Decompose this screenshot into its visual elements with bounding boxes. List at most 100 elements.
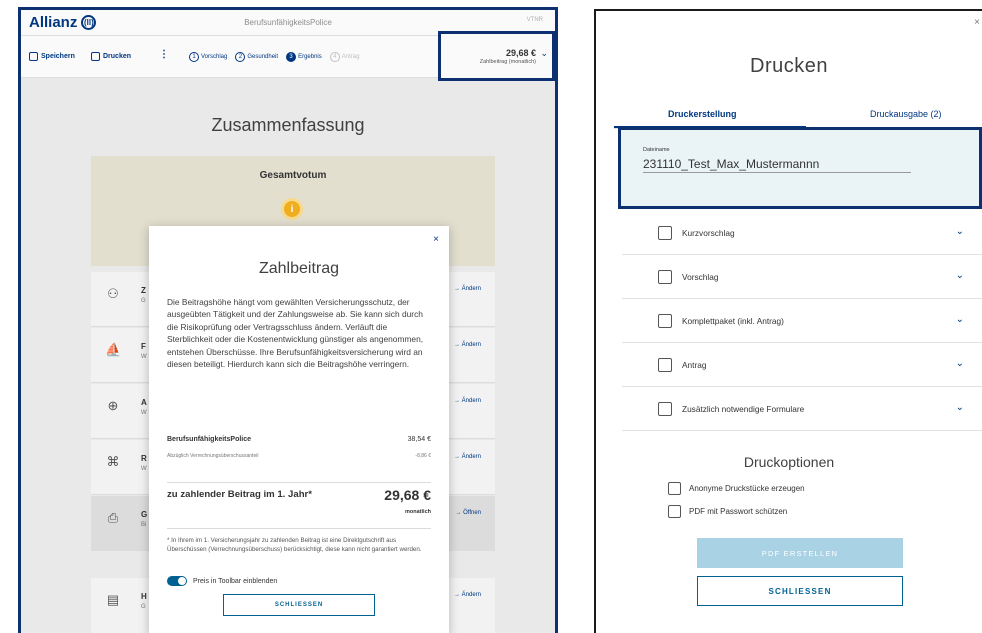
print-item-kurzvorschlag[interactable]: Kurzvorschlag ⌄ bbox=[622, 211, 982, 255]
checkbox[interactable] bbox=[668, 505, 681, 518]
zahlbeitrag-modal: × Zahlbeitrag Die Beitragshöhe hängt vom… bbox=[149, 226, 449, 633]
info-icon: i bbox=[281, 198, 303, 220]
tab-druckerstellung[interactable]: Druckerstellung bbox=[668, 109, 737, 119]
line-item-label: BerufsunfähigkeitsPolice bbox=[167, 436, 252, 443]
step-number: 3 bbox=[286, 52, 297, 62]
step-gesundheit[interactable]: 2 Gesundheit bbox=[235, 52, 278, 62]
change-link[interactable]: → Ändern bbox=[454, 454, 481, 460]
step-ergebnis[interactable]: 3 Ergebnis bbox=[286, 52, 322, 62]
chevron-down-icon[interactable]: ⌄ bbox=[956, 314, 964, 325]
globe-icon: ⊕ bbox=[107, 398, 119, 413]
chevron-down-icon[interactable]: ⌄ bbox=[956, 270, 964, 281]
option-anonymous[interactable]: Anonyme Druckstücke erzeugen bbox=[668, 482, 805, 495]
sailboat-icon: ⛵ bbox=[105, 342, 122, 357]
option-label: Anonyme Druckstücke erzeugen bbox=[689, 484, 805, 493]
row-subtitle: W bbox=[141, 354, 147, 360]
print-item-formulare[interactable]: Zusätzlich notwendige Formulare ⌄ bbox=[622, 387, 982, 431]
document-icon: ▤ bbox=[106, 592, 120, 607]
footnote: * In Ihrem im 1. Versicherungsjahr zu za… bbox=[167, 528, 431, 555]
close-icon[interactable]: × bbox=[433, 234, 439, 245]
open-link[interactable]: → Öffnen bbox=[455, 510, 481, 516]
step-number: 1 bbox=[189, 52, 199, 62]
row-subtitle: Bi bbox=[141, 522, 147, 528]
row-subtitle: W bbox=[141, 410, 147, 416]
chevron-down-icon[interactable]: ⌄ bbox=[956, 402, 964, 413]
toggle-switch[interactable] bbox=[167, 576, 187, 586]
save-button[interactable]: Speichern bbox=[29, 52, 75, 61]
tab-bar: Druckerstellung Druckausgabe (2) bbox=[614, 109, 982, 129]
line-item-label: Abzüglich Verrechnungsüberschussanteil bbox=[167, 453, 259, 459]
close-button[interactable]: SCHLIESSEN bbox=[697, 576, 903, 606]
change-link[interactable]: → Ändern bbox=[454, 342, 481, 348]
modal-title: Zahlbeitrag bbox=[258, 260, 340, 277]
step-vorschlag[interactable]: 1 Vorschlag bbox=[189, 52, 227, 62]
total-value: 29,68 € bbox=[384, 487, 431, 503]
tab-druckausgabe[interactable]: Druckausgabe (2) bbox=[870, 109, 942, 119]
step-label: Antrag bbox=[341, 54, 360, 60]
create-pdf-button[interactable]: PDF ERSTELLEN bbox=[697, 538, 903, 568]
chevron-down-icon[interactable]: ⌄ bbox=[956, 226, 964, 237]
row-subtitle: W bbox=[141, 466, 147, 472]
line-item-value: -8,86 € bbox=[415, 453, 431, 459]
print-label: Drucken bbox=[103, 53, 132, 60]
chevron-down-icon[interactable]: ⌄ bbox=[956, 358, 964, 369]
print-item-vorschlag[interactable]: Vorschlag ⌄ bbox=[622, 255, 982, 299]
bu-police-window: Allianz (ll) BerufsunfähigkeitsPolice VT… bbox=[18, 7, 558, 633]
change-link[interactable]: → Ändern bbox=[454, 286, 481, 292]
puzzle-icon: ⌘ bbox=[106, 454, 120, 469]
step-number: 2 bbox=[235, 52, 246, 62]
step-label: Gesundheit bbox=[247, 54, 279, 60]
votum-title: Gesamtvotum bbox=[259, 170, 327, 181]
toolbar-price-toggle-row: Preis in Toolbar einblenden bbox=[167, 576, 277, 586]
vtnr-label: VTNR bbox=[526, 17, 543, 23]
step-label: Vorschlag bbox=[201, 54, 228, 60]
modal-description: Die Beitragshöhe hängt vom gewählten Ver… bbox=[167, 297, 424, 370]
more-menu-icon[interactable]: ⋮ bbox=[159, 49, 169, 60]
total-row: zu zahlender Beitrag im 1. Jahr* 29,68 €… bbox=[167, 482, 431, 515]
step-label: Ergebnis bbox=[298, 54, 322, 60]
checkbox[interactable] bbox=[658, 270, 672, 284]
row-title: A bbox=[141, 398, 147, 407]
row-title: R bbox=[141, 454, 147, 463]
print-dialog: × Drucken Druckerstellung Druckausgabe (… bbox=[594, 9, 982, 633]
person-icon: ⚇ bbox=[107, 286, 119, 301]
row-title: F bbox=[141, 342, 146, 351]
row-title: G bbox=[141, 510, 148, 519]
print-options-title: Druckoptionen bbox=[743, 454, 835, 470]
print-item-antrag[interactable]: Antrag ⌄ bbox=[622, 343, 982, 387]
checkbox[interactable] bbox=[668, 482, 681, 495]
checkbox[interactable] bbox=[658, 226, 672, 240]
screen: Allianz (ll) BerufsunfähigkeitsPolice VT… bbox=[0, 0, 982, 633]
checkbox[interactable] bbox=[658, 402, 672, 416]
price-summary-dropdown[interactable]: 29,68 € Zahlbeitrag (monatlich) ⌄ bbox=[438, 31, 555, 81]
print-item-label: Antrag bbox=[682, 360, 707, 370]
print-item-label: Komplettpaket (inkl. Antrag) bbox=[682, 316, 784, 326]
close-button[interactable]: SCHLIESSEN bbox=[223, 594, 375, 616]
filename-input[interactable] bbox=[643, 155, 911, 173]
change-link[interactable]: → Ändern bbox=[454, 398, 481, 404]
row-subtitle: G bbox=[141, 604, 146, 610]
total-unit: monatlich bbox=[405, 509, 431, 515]
print-item-komplettpaket[interactable]: Komplettpaket (inkl. Antrag) ⌄ bbox=[622, 299, 982, 343]
close-icon[interactable]: × bbox=[974, 17, 980, 28]
line-item-value: 38,54 € bbox=[407, 436, 431, 443]
price-amount: 29,68 € bbox=[505, 48, 536, 58]
checkbox[interactable] bbox=[658, 358, 672, 372]
checkbox[interactable] bbox=[658, 314, 672, 328]
option-password-pdf[interactable]: PDF mit Passwort schützen bbox=[668, 505, 787, 518]
print-button[interactable]: Drucken bbox=[91, 52, 131, 61]
change-link[interactable]: → Ändern bbox=[454, 592, 481, 598]
chevron-down-icon: ⌄ bbox=[540, 48, 548, 58]
page-title: Zusammenfassung bbox=[211, 115, 365, 135]
printer-icon: ⎙ bbox=[107, 510, 119, 525]
row-title: H bbox=[141, 592, 147, 601]
step-number: 4 bbox=[329, 52, 340, 62]
save-label: Speichern bbox=[41, 53, 75, 60]
dialog-title: Drucken bbox=[750, 55, 828, 77]
option-label: PDF mit Passwort schützen bbox=[689, 507, 788, 516]
price-label: Zahlbeitrag (monatlich) bbox=[479, 59, 536, 65]
progress-steps: 1 Vorschlag 2 Gesundheit 3 Ergebnis 4 An… bbox=[189, 52, 359, 62]
print-item-label: Vorschlag bbox=[682, 272, 719, 282]
floppy-disk-icon bbox=[29, 52, 38, 61]
print-item-label: Kurzvorschlag bbox=[682, 228, 735, 238]
